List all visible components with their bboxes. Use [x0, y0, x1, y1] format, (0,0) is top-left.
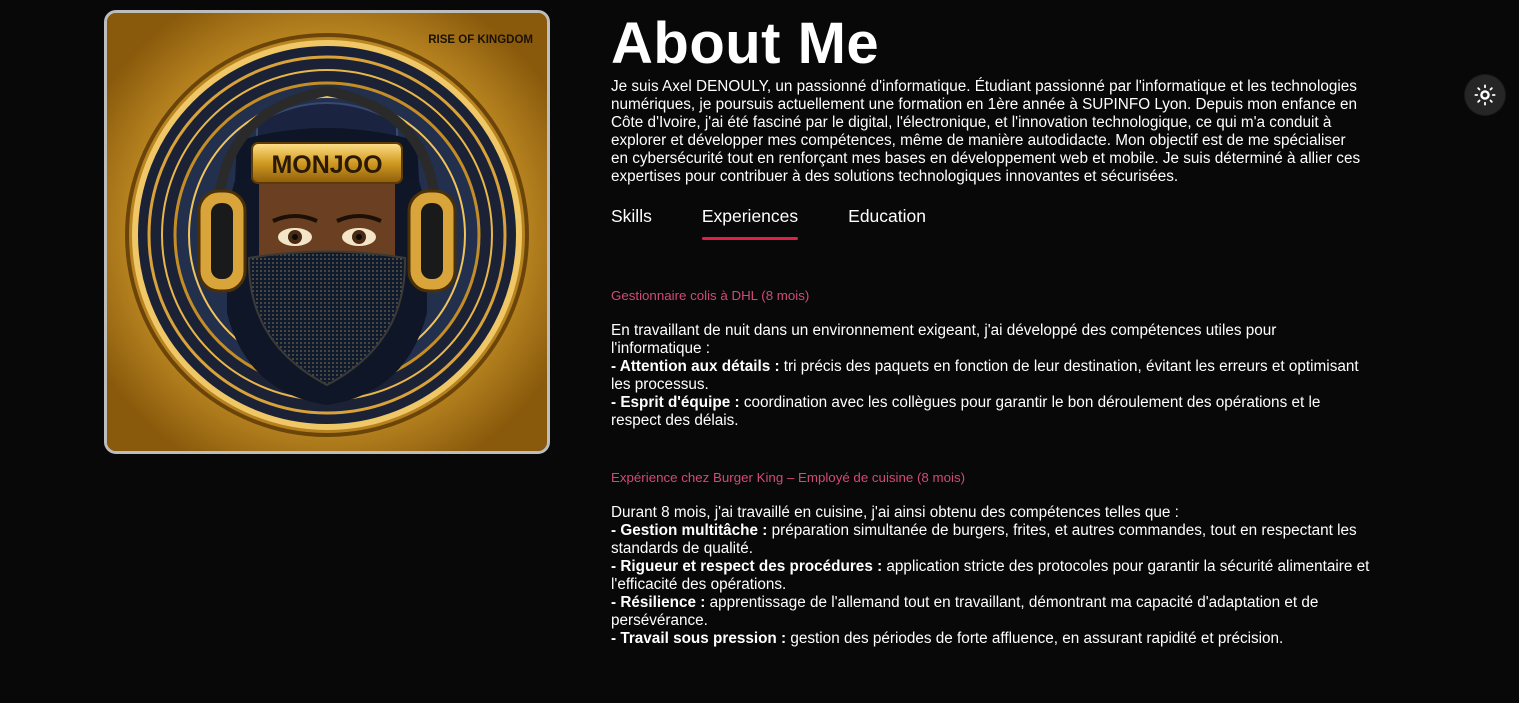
experience-item-dhl: Gestionnaire colis à DHL (8 mois) En tra… — [611, 288, 1371, 430]
skill-text: gestion des périodes de forte affluence,… — [786, 630, 1284, 647]
experience-title: Gestionnaire colis à DHL (8 mois) — [611, 288, 810, 303]
badge-text: MONJOO — [271, 151, 382, 179]
experience-description: En travaillant de nuit dans un environne… — [611, 322, 1371, 430]
tab-experiences[interactable]: Experiences — [701, 206, 799, 240]
page-title: About Me — [611, 11, 880, 76]
skill-label: - Résilience : — [611, 594, 706, 611]
monjoo-artwork: MONJOO RISE OF KINGDOM — [107, 13, 547, 451]
experience-intro: En travaillant de nuit dans un environne… — [611, 322, 1277, 357]
experience-description: Durant 8 mois, j'ai travaillé en cuisine… — [611, 504, 1371, 648]
sun-icon — [1474, 84, 1496, 106]
skill-label: - Esprit d'équipe : — [611, 394, 740, 411]
skill-text: apprentissage de l'allemand tout en trav… — [611, 594, 1319, 629]
experience-title: Expérience chez Burger King – Employé de… — [611, 470, 966, 485]
skill-label: - Gestion multitâche : — [611, 522, 768, 539]
about-section: About Me Je suis Axel DENOULY, un passio… — [611, 11, 1371, 648]
tab-education[interactable]: Education — [848, 206, 926, 240]
tab-skills[interactable]: Skills — [611, 206, 652, 240]
corner-text: RISE OF KINGDOM — [428, 34, 533, 46]
profile-image: MONJOO RISE OF KINGDOM — [104, 10, 550, 454]
theme-toggle-button[interactable] — [1465, 75, 1505, 115]
experience-item-burger-king: Expérience chez Burger King – Employé de… — [611, 470, 1371, 648]
skill-label: - Travail sous pression : — [611, 630, 787, 647]
experience-intro: Durant 8 mois, j'ai travaillé en cuisine… — [611, 504, 1179, 521]
tab-bar: Skills Experiences Education — [611, 206, 1371, 240]
page: MONJOO RISE OF KINGDOM About Me Je suis … — [0, 0, 1519, 703]
skill-label: - Rigueur et respect des procédures : — [611, 558, 883, 575]
intro-paragraph: Je suis Axel DENOULY, un passionné d'inf… — [611, 78, 1361, 185]
skill-label: - Attention aux détails : — [611, 358, 780, 375]
